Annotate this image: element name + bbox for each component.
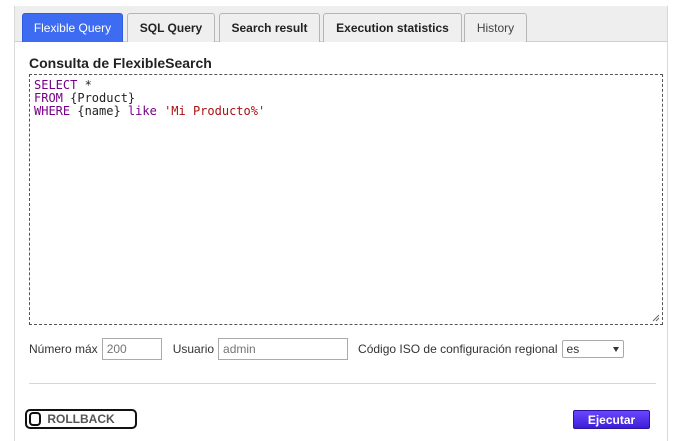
- query-editor[interactable]: SELECT * FROM {Product} WHERE {name} lik…: [29, 74, 663, 325]
- tab-sql-query[interactable]: SQL Query: [127, 13, 215, 42]
- execute-button[interactable]: Ejecutar: [573, 410, 650, 429]
- max-label: Número máx: [29, 342, 98, 356]
- tab-flexible-query[interactable]: Flexible Query: [22, 13, 123, 42]
- query-params: Número máx Usuario Código ISO de configu…: [29, 338, 624, 360]
- locale-select[interactable]: es: [561, 340, 624, 358]
- code-text: *: [77, 78, 92, 92]
- max-results-input[interactable]: [101, 338, 162, 360]
- code-text: {Product}: [62, 91, 136, 105]
- code-text: {name}: [70, 104, 128, 118]
- code-string: 'Mi Producto%': [164, 104, 266, 118]
- tab-search-result[interactable]: Search result: [219, 13, 320, 42]
- toggle-knob: [29, 412, 41, 426]
- locale-label: Código ISO de configuración regional: [358, 342, 558, 356]
- flexible-search-panel: Flexible Query SQL Query Search result E…: [14, 6, 668, 441]
- rollback-label: ROLLBACK: [47, 412, 115, 426]
- locale-value: es: [566, 342, 580, 356]
- keyword-from: FROM: [34, 91, 63, 105]
- rollback-toggle[interactable]: ROLLBACK: [25, 409, 137, 429]
- tab-history[interactable]: History: [464, 13, 527, 42]
- keyword-like: like: [127, 104, 157, 118]
- user-label: Usuario: [172, 342, 215, 356]
- chevron-down-icon: [612, 346, 619, 352]
- resize-grip-icon[interactable]: [652, 314, 660, 322]
- keyword-select: SELECT: [34, 78, 78, 92]
- keyword-where: WHERE: [34, 104, 71, 118]
- tab-execution-statistics[interactable]: Execution statistics: [323, 13, 462, 42]
- user-input[interactable]: [218, 338, 349, 360]
- divider: [29, 383, 656, 384]
- editor-title: Consulta de FlexibleSearch: [29, 55, 212, 71]
- tab-bar: Flexible Query SQL Query Search result E…: [15, 6, 667, 42]
